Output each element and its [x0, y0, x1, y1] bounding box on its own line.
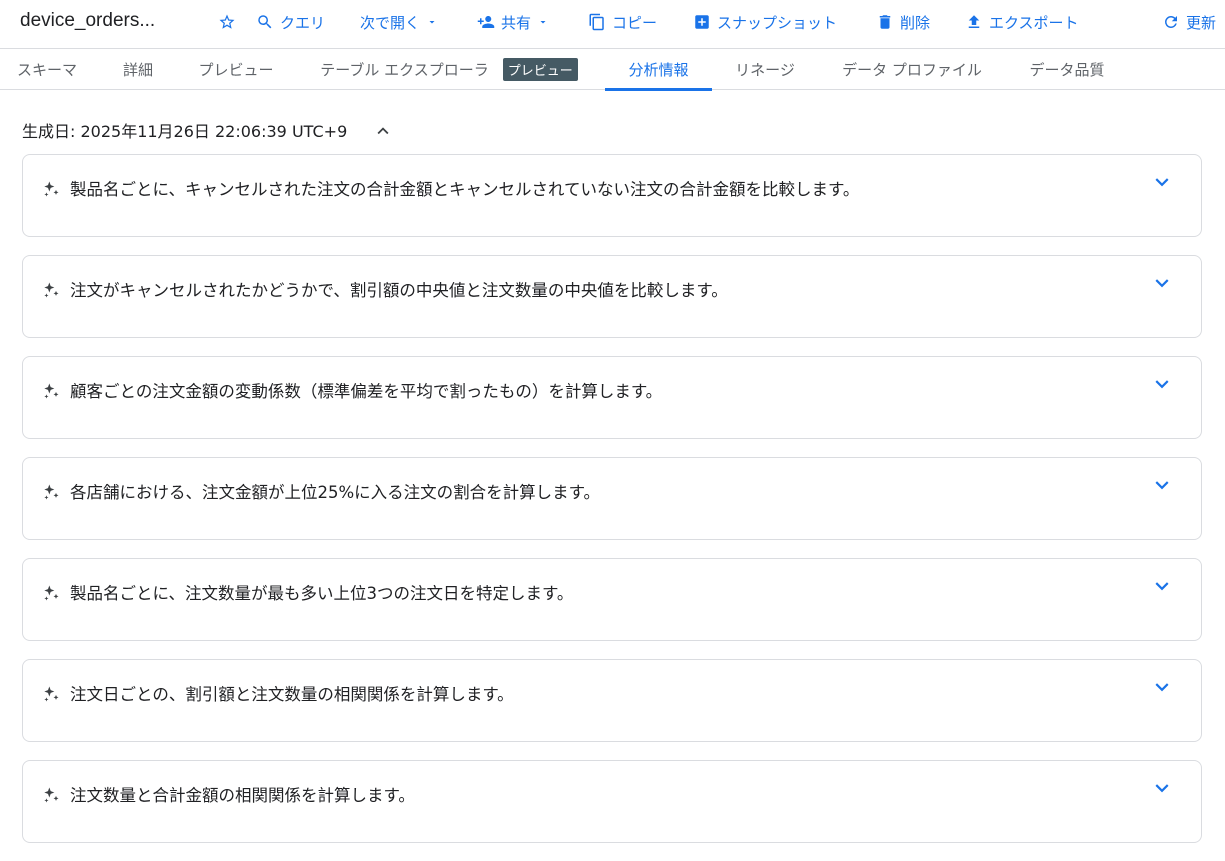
sparkle-icon	[44, 686, 59, 702]
query-label: クエリ	[280, 13, 326, 32]
insight-text: 注文数量と合計金額の相関関係を計算します。	[70, 786, 415, 805]
tab-label: 分析情報	[628, 61, 689, 79]
tab-label: リネージ	[735, 61, 795, 79]
chevron-down-icon[interactable]	[1149, 674, 1175, 700]
toolbar: device_orders... クエリ 次で開く 共有 コピー スナップショッ…	[0, 0, 1225, 44]
insight-text: 各店舗における、注文金額が上位25%に入る注文の割合を計算します。	[70, 483, 601, 502]
insight-card[interactable]: 製品名ごとに、注文数量が最も多い上位3つの注文日を特定します。	[22, 558, 1202, 641]
generated-date-row: 生成日: 2025年11月26日 22:06:39 UTC+9	[22, 118, 389, 142]
insight-text: 製品名ごとに、注文数量が最も多い上位3つの注文日を特定します。	[70, 584, 574, 603]
insight-text: 製品名ごとに、キャンセルされた注文の合計金額とキャンセルされていない注文の合計金…	[70, 180, 860, 199]
refresh-icon	[1164, 15, 1177, 28]
share-label: 共有	[501, 13, 532, 32]
snapshot-icon	[695, 15, 709, 29]
insight-text: 注文がキャンセルされたかどうかで、割引額の中央値と注文数量の中央値を比較します。	[70, 281, 728, 300]
insight-text: 顧客ごとの注文金額の変動係数（標準偏差を平均で割ったもの）を計算します。	[70, 382, 663, 401]
insight-card[interactable]: 注文がキャンセルされたかどうかで、割引額の中央値と注文数量の中央値を比較します。	[22, 255, 1202, 338]
chevron-up-icon[interactable]	[372, 120, 394, 142]
search-icon	[258, 15, 272, 29]
insight-card[interactable]: 各店舗における、注文金額が上位25%に入る注文の割合を計算します。	[22, 457, 1202, 540]
insight-text: 注文日ごとの、割引額と注文数量の相関関係を計算します。	[70, 685, 514, 704]
sparkle-icon	[44, 787, 59, 803]
tab-lineage[interactable]: リネージ	[722, 49, 808, 90]
tab-insights[interactable]: 分析情報	[605, 49, 712, 91]
insight-card[interactable]: 注文日ごとの、割引額と注文数量の相関関係を計算します。	[22, 659, 1202, 742]
tab-bar: スキーマ 詳細 プレビュー テーブル エクスプローラ プレビュー 分析情報 リネ…	[0, 48, 1225, 91]
insight-card[interactable]: 注文数量と合計金額の相関関係を計算します。	[22, 760, 1202, 843]
share-button[interactable]: 共有	[477, 10, 549, 34]
sparkle-icon	[44, 585, 59, 601]
tab-label: 詳細	[122, 61, 153, 79]
tab-label: プレビュー	[198, 61, 274, 79]
snapshot-label: スナップショット	[717, 13, 838, 32]
table-title: device_orders...	[20, 10, 156, 31]
preview-badge: プレビュー	[502, 58, 578, 81]
tab-schema[interactable]: スキーマ	[0, 49, 94, 90]
chevron-down-icon[interactable]	[1149, 775, 1175, 801]
star-icon	[219, 14, 235, 29]
chevron-down-icon[interactable]	[1149, 371, 1175, 397]
person-add-icon	[477, 16, 495, 28]
open-with-button[interactable]: 次で開く	[360, 10, 438, 34]
tab-details[interactable]: 詳細	[108, 49, 168, 90]
chevron-down-icon[interactable]	[1149, 169, 1175, 195]
chevron-down-icon[interactable]	[1149, 270, 1175, 296]
insight-list: 製品名ごとに、キャンセルされた注文の合計金額とキャンセルされていない注文の合計金…	[22, 154, 1202, 861]
favorite-button[interactable]	[218, 10, 236, 34]
refresh-button[interactable]: 更新	[1162, 10, 1216, 34]
chevron-down-icon[interactable]	[1149, 472, 1175, 498]
caret-down-icon	[429, 21, 435, 24]
open-with-label: 次で開く	[360, 13, 421, 32]
chevron-down-icon[interactable]	[1149, 573, 1175, 599]
insight-card[interactable]: 顧客ごとの注文金額の変動係数（標準偏差を平均で割ったもの）を計算します。	[22, 356, 1202, 439]
generated-date: 生成日: 2025年11月26日 22:06:39 UTC+9	[22, 122, 348, 141]
tab-table-explorer[interactable]: テーブル エクスプローラ プレビュー	[304, 49, 594, 90]
copy-label: コピー	[612, 13, 658, 32]
sparkle-icon	[44, 282, 59, 298]
query-button[interactable]: クエリ	[256, 10, 325, 34]
delete-label: 削除	[900, 13, 931, 32]
sparkle-icon	[44, 484, 59, 500]
snapshot-button[interactable]: スナップショット	[693, 10, 837, 34]
caret-down-icon	[540, 21, 546, 24]
refresh-label: 更新	[1186, 13, 1217, 32]
tab-label: テーブル エクスプローラ	[320, 61, 489, 79]
insight-card[interactable]: 製品名ごとに、キャンセルされた注文の合計金額とキャンセルされていない注文の合計金…	[22, 154, 1202, 237]
tab-label: データ プロファイル	[842, 61, 982, 79]
tab-label: スキーマ	[16, 61, 77, 79]
export-button[interactable]: エクスポート	[965, 10, 1079, 34]
tab-preview[interactable]: プレビュー	[180, 49, 292, 90]
copy-button[interactable]: コピー	[588, 10, 657, 34]
sparkle-icon	[44, 383, 59, 399]
upload-icon	[968, 15, 980, 28]
tab-label: データ品質	[1029, 61, 1105, 79]
sparkle-icon	[44, 181, 59, 197]
delete-button[interactable]: 削除	[876, 10, 930, 34]
trash-icon	[879, 15, 891, 29]
copy-icon	[589, 13, 604, 31]
tab-data-profile[interactable]: データ プロファイル	[826, 49, 998, 90]
tab-data-quality[interactable]: データ品質	[1016, 49, 1118, 90]
export-label: エクスポート	[989, 13, 1079, 32]
